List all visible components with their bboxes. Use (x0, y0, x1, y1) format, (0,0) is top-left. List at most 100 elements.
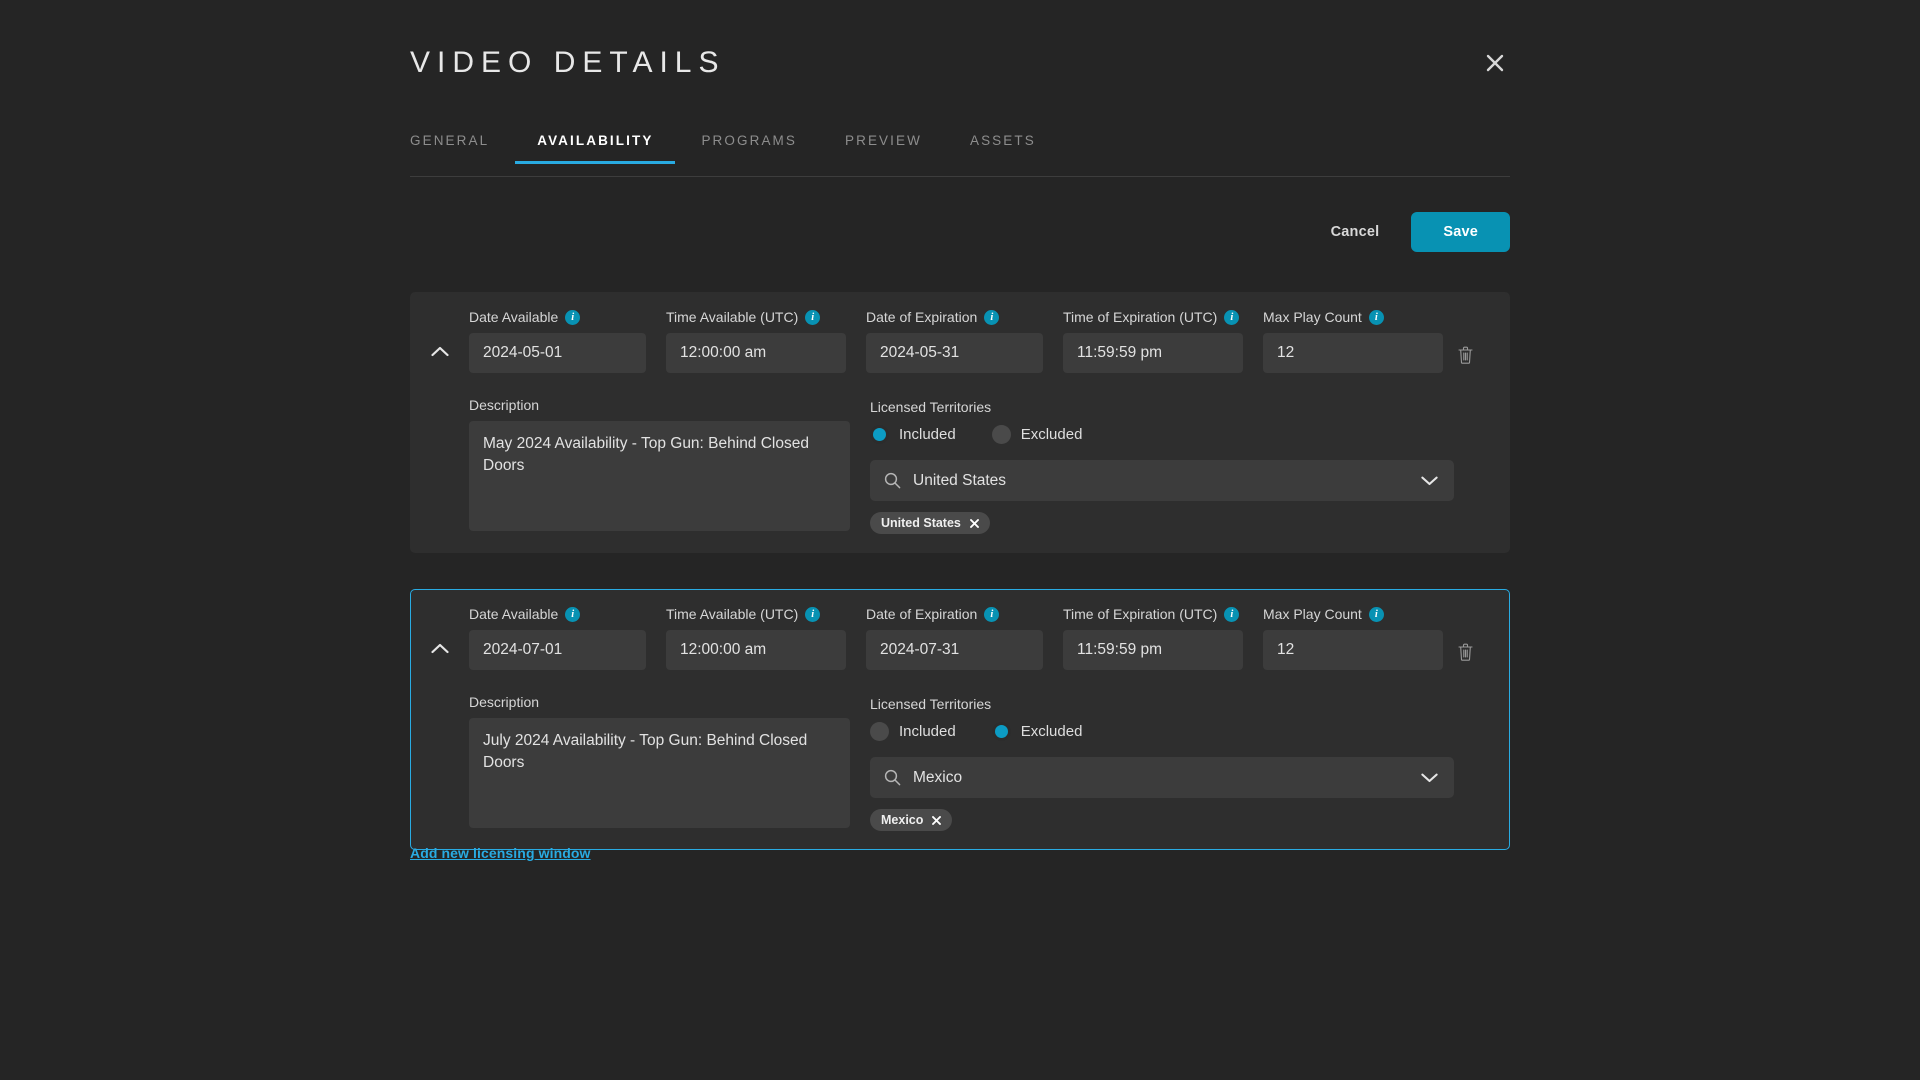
date-available-input[interactable] (469, 630, 646, 670)
time-expiration-input[interactable] (1063, 630, 1243, 670)
time-expiration-input[interactable] (1063, 333, 1243, 373)
date-expiration-input[interactable] (866, 333, 1043, 373)
description-label: Description (469, 694, 540, 710)
max-play-count-label: Max Play Count i (1263, 309, 1443, 325)
chip-remove-icon[interactable] (969, 518, 979, 528)
radio-included[interactable]: Included (870, 722, 956, 741)
chevron-up-icon[interactable] (411, 331, 469, 371)
time-available-label: Time Available (UTC) i (666, 606, 846, 622)
date-expiration-label: Date of Expiration i (866, 606, 1043, 622)
label-text: Time of Expiration (UTC) (1063, 606, 1218, 622)
date-available-field: Date Available i (469, 606, 646, 670)
label-text: Max Play Count (1263, 309, 1362, 325)
chevron-down-icon (1421, 476, 1438, 486)
date-expiration-label: Date of Expiration i (866, 309, 1043, 325)
label-text: Max Play Count (1263, 606, 1362, 622)
add-new-licensing-window-link[interactable]: Add new licensing window (410, 845, 591, 861)
action-bar: Cancel Save (1309, 212, 1510, 252)
info-icon[interactable]: i (1224, 606, 1240, 622)
tab-programs[interactable]: PROGRAMS (701, 125, 797, 163)
info-icon[interactable]: i (565, 309, 581, 325)
territory-mode-radio-group: Included Excluded (870, 722, 1454, 741)
trash-icon[interactable] (1443, 632, 1487, 672)
licensed-territories-section: Licensed Territories Included Excluded (870, 694, 1454, 831)
search-icon (884, 769, 901, 786)
date-available-field: Date Available i (469, 309, 646, 373)
info-icon[interactable]: i (1224, 309, 1240, 325)
radio-mark-icon (991, 425, 1011, 444)
cancel-button[interactable]: Cancel (1309, 214, 1402, 250)
date-expiration-field: Date of Expiration i (866, 309, 1043, 373)
radio-excluded-label: Excluded (1020, 723, 1083, 740)
save-button[interactable]: Save (1411, 212, 1510, 252)
time-expiration-label: Time of Expiration (UTC) i (1063, 309, 1243, 325)
licensed-territories-label: Licensed Territories (870, 696, 992, 712)
info-icon[interactable]: i (805, 309, 821, 325)
date-available-label: Date Available i (469, 309, 646, 325)
licensing-windows-list: Date Available i Time Available (UTC) i (410, 292, 1510, 886)
radio-included-label: Included (899, 426, 956, 443)
territory-select-value: United States (913, 471, 1007, 489)
max-play-count-label: Max Play Count i (1263, 606, 1443, 622)
max-play-count-field: Max Play Count i (1263, 606, 1443, 670)
info-icon[interactable]: i (805, 606, 821, 622)
radio-mark-icon (991, 722, 1011, 741)
territory-select[interactable]: Mexico (870, 757, 1454, 798)
label-text: Time Available (UTC) (666, 606, 799, 622)
date-expiration-input[interactable] (866, 630, 1043, 670)
territory-mode-radio-group: Included Excluded (870, 425, 1454, 444)
tab-general[interactable]: GENERAL (410, 125, 489, 163)
modal-header: VIDEO DETAILS (410, 40, 1510, 100)
info-icon[interactable]: i (565, 606, 581, 622)
description-textarea[interactable]: May 2024 Availability - Top Gun: Behind … (469, 421, 850, 531)
info-icon[interactable]: i (1368, 606, 1384, 622)
time-available-label: Time Available (UTC) i (666, 309, 846, 325)
info-icon[interactable]: i (1368, 309, 1384, 325)
label-text: Date Available (469, 309, 559, 325)
date-expiration-field: Date of Expiration i (866, 606, 1043, 670)
time-available-input[interactable] (666, 630, 846, 670)
info-icon[interactable]: i (984, 606, 1000, 622)
tab-bar: GENERAL AVAILABILITY PROGRAMS PREVIEW AS… (410, 125, 1510, 177)
description-field: Description May 2024 Availability - Top … (469, 397, 850, 534)
radio-mark-icon (870, 722, 889, 741)
date-available-input[interactable] (469, 333, 646, 373)
chip-remove-icon[interactable] (932, 815, 942, 825)
page-title: VIDEO DETAILS (410, 46, 726, 79)
territory-chip: United States (870, 512, 990, 534)
video-details-modal: VIDEO DETAILS GENERAL AVAILABILITY PROGR… (0, 0, 1920, 1080)
max-play-count-input[interactable] (1263, 333, 1443, 373)
chip-label: Mexico (881, 813, 924, 827)
label-text: Date Available (469, 606, 559, 622)
tab-availability[interactable]: AVAILABILITY (515, 125, 676, 164)
close-icon[interactable] (1480, 48, 1510, 78)
territory-chip-list: United States (870, 512, 1454, 534)
label-text: Date of Expiration (866, 309, 978, 325)
description-label: Description (469, 397, 540, 413)
label-text: Date of Expiration (866, 606, 978, 622)
date-available-label: Date Available i (469, 606, 646, 622)
licensing-window: Date Available i Time Available (UTC) i (410, 589, 1510, 850)
radio-excluded[interactable]: Excluded (991, 722, 1083, 741)
tab-assets[interactable]: ASSETS (970, 125, 1036, 163)
territory-chip-list: Mexico (870, 809, 1454, 831)
licensed-territories-label: Licensed Territories (870, 399, 992, 415)
radio-excluded-label: Excluded (1020, 426, 1083, 443)
territory-select[interactable]: United States (870, 460, 1454, 501)
time-available-input[interactable] (666, 333, 846, 373)
tab-preview[interactable]: PREVIEW (845, 125, 922, 163)
licensing-window: Date Available i Time Available (UTC) i (410, 292, 1510, 553)
radio-excluded[interactable]: Excluded (991, 425, 1083, 444)
time-available-field: Time Available (UTC) i (666, 309, 846, 373)
label-text: Time of Expiration (UTC) (1063, 309, 1218, 325)
description-field: Description July 2024 Availability - Top… (469, 694, 850, 831)
time-expiration-label: Time of Expiration (UTC) i (1063, 606, 1243, 622)
trash-icon[interactable] (1443, 335, 1487, 375)
description-textarea[interactable]: July 2024 Availability - Top Gun: Behind… (469, 718, 850, 828)
time-expiration-field: Time of Expiration (UTC) i (1063, 606, 1243, 670)
max-play-count-input[interactable] (1263, 630, 1443, 670)
chevron-down-icon (1421, 773, 1438, 783)
chevron-up-icon[interactable] (411, 628, 469, 668)
radio-included[interactable]: Included (870, 425, 956, 444)
info-icon[interactable]: i (984, 309, 1000, 325)
